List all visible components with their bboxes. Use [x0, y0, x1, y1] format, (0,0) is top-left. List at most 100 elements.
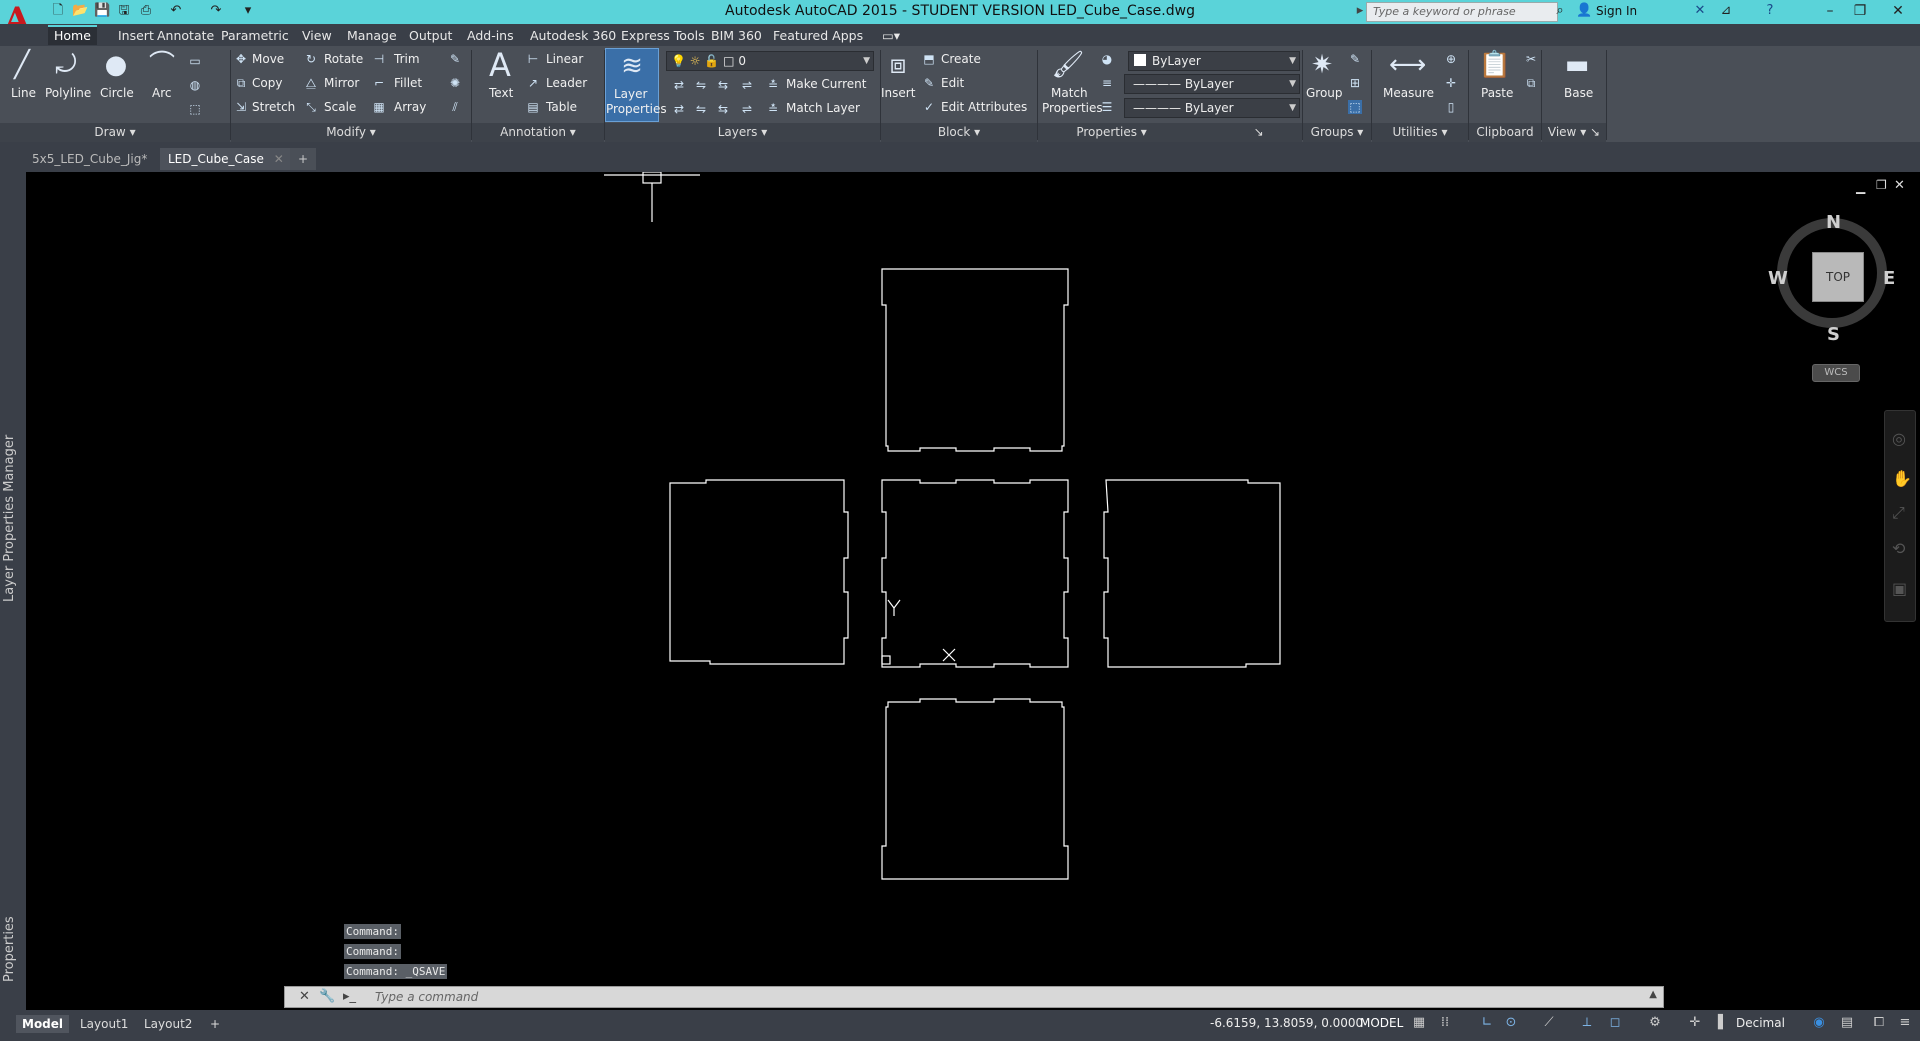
- calculator-icon[interactable]: ▯: [1444, 100, 1458, 114]
- right-panel-outline[interactable]: [1103, 479, 1281, 668]
- showmotion-icon[interactable]: ▣: [1892, 579, 1907, 598]
- circle-button[interactable]: Circle: [100, 86, 134, 100]
- tab-manage[interactable]: Manage: [341, 27, 403, 45]
- copy-button[interactable]: Copy: [252, 76, 282, 90]
- insert-block-icon[interactable]: ⧈: [881, 50, 915, 80]
- annotation-scale-icon[interactable]: ⚙: [1646, 1014, 1664, 1032]
- layer-dropdown[interactable]: 💡 ☼ 🔓 □ 0 ▼: [666, 51, 874, 71]
- viewport-close-icon[interactable]: ✕: [1894, 178, 1905, 193]
- hatch-icon[interactable]: ◍: [188, 78, 202, 92]
- panel-draw[interactable]: Draw ▾: [0, 123, 230, 142]
- color-dropdown[interactable]: ByLayer ▼: [1128, 51, 1300, 71]
- text-icon[interactable]: A: [483, 49, 517, 81]
- group-edit-icon[interactable]: ⊞: [1348, 76, 1362, 90]
- panel-utilities[interactable]: Utilities ▾: [1372, 123, 1468, 142]
- text-button[interactable]: Text: [489, 86, 513, 100]
- panel-annotation[interactable]: Annotation ▾: [472, 123, 604, 142]
- tab-bim-360[interactable]: BIM 360: [705, 27, 768, 45]
- polyline-icon[interactable]: ⤾: [49, 50, 83, 80]
- rotate-button[interactable]: Rotate: [324, 52, 363, 66]
- array-button[interactable]: Array: [394, 100, 426, 114]
- viewport-minimize-icon[interactable]: ▁: [1856, 180, 1865, 194]
- layer-tool-icon[interactable]: ⇋: [694, 102, 708, 116]
- layer-tool-icon[interactable]: ⇆: [716, 78, 730, 92]
- arc-button[interactable]: Arc: [152, 86, 171, 100]
- layer-tool-icon[interactable]: ⇆: [716, 102, 730, 116]
- leader-button[interactable]: Leader: [546, 76, 587, 90]
- layer-properties-button[interactable]: ≋ Layer Properties: [605, 48, 667, 122]
- polar-icon[interactable]: ⊙: [1502, 1014, 1520, 1032]
- create-block-button[interactable]: Create: [941, 52, 981, 66]
- group-selection-icon[interactable]: ⬚: [1348, 100, 1362, 114]
- pan-icon[interactable]: ✋: [1892, 469, 1912, 488]
- viewport-restore-icon[interactable]: ❐: [1876, 178, 1887, 192]
- properties-palette-tab[interactable]: Properties: [2, 762, 17, 982]
- command-history-expand-icon[interactable]: ▲: [1649, 989, 1657, 1000]
- tab-annotate[interactable]: Annotate: [151, 27, 220, 45]
- minimize-window-button[interactable]: –: [1816, 1, 1844, 21]
- line-button[interactable]: Line: [11, 86, 36, 100]
- panel-layers[interactable]: Layers ▾: [605, 123, 880, 142]
- base-view-icon[interactable]: ▬: [1560, 50, 1594, 80]
- command-line-input[interactable]: ✕ 🔧 ▸_ Type a command ▲: [284, 986, 1664, 1008]
- isolate-objects-icon[interactable]: ◉: [1810, 1014, 1828, 1032]
- tab-layout2[interactable]: Layout2: [138, 1015, 198, 1033]
- match-layer-button[interactable]: Match Layer: [786, 101, 860, 115]
- edit-block-button[interactable]: Edit: [941, 76, 964, 90]
- exchange-apps-icon[interactable]: ✕: [1692, 3, 1708, 19]
- tab-home[interactable]: Home: [48, 25, 97, 45]
- close-command-icon[interactable]: ✕: [299, 989, 310, 1004]
- doc-tab-cube-case[interactable]: LED_Cube_Case ✕: [160, 148, 292, 170]
- new-tab-button[interactable]: +: [290, 148, 317, 170]
- compass-east[interactable]: E: [1883, 268, 1895, 289]
- tab-express-tools[interactable]: Express Tools: [615, 27, 711, 45]
- compass-west[interactable]: W: [1768, 268, 1788, 289]
- panel-groups[interactable]: Groups ▾: [1303, 123, 1371, 142]
- paste-icon[interactable]: 📋: [1478, 50, 1512, 80]
- sign-in-button[interactable]: Sign In: [1596, 4, 1637, 18]
- steering-wheel-icon[interactable]: ◎: [1892, 429, 1906, 448]
- viewcube[interactable]: N S E W TOP: [1768, 212, 1896, 345]
- circle-icon[interactable]: ●: [99, 50, 133, 80]
- panel-properties[interactable]: Properties ▾ ↘: [1038, 123, 1302, 142]
- add-layout-button[interactable]: +: [204, 1015, 226, 1033]
- arc-icon[interactable]: ⌒: [145, 50, 179, 80]
- tab-model[interactable]: Model: [16, 1015, 70, 1033]
- erase-icon[interactable]: ✎: [448, 52, 462, 66]
- layer-tool-icon[interactable]: ⇌: [740, 102, 754, 116]
- help-search-input[interactable]: Type a keyword or phrase: [1366, 2, 1558, 22]
- panel-modify[interactable]: Modify ▾: [231, 123, 471, 142]
- layer-tool-icon[interactable]: ⇄: [672, 78, 686, 92]
- tab-output[interactable]: Output: [403, 27, 458, 45]
- layer-tool-icon[interactable]: ⇋: [694, 78, 708, 92]
- insert-button[interactable]: Insert: [881, 86, 915, 100]
- layer-tool-icon[interactable]: ⇌: [740, 78, 754, 92]
- tab-parametric[interactable]: Parametric: [215, 27, 295, 45]
- tab-add-ins[interactable]: Add-ins: [461, 27, 520, 45]
- left-panel-outline[interactable]: [669, 479, 849, 665]
- fillet-button[interactable]: Fillet: [394, 76, 422, 90]
- object-snap-icon[interactable]: ◻: [1606, 1014, 1624, 1032]
- model-space-toggle[interactable]: MODEL: [1360, 1016, 1403, 1030]
- match-properties-icon[interactable]: 🖌: [1051, 50, 1085, 80]
- table-button[interactable]: Table: [546, 100, 577, 114]
- panel-clipboard[interactable]: Clipboard: [1469, 123, 1541, 142]
- close-tab-icon[interactable]: ✕: [274, 152, 284, 166]
- customize-command-icon[interactable]: 🔧: [319, 989, 335, 1004]
- layer-tool-icon[interactable]: ⇄: [672, 102, 686, 116]
- panel-view[interactable]: View ▾ ↘: [1542, 123, 1606, 142]
- orbit-icon[interactable]: ⟲: [1892, 539, 1905, 558]
- top-panel-outline[interactable]: [881, 268, 1069, 452]
- polyline-button[interactable]: Polyline: [45, 86, 91, 100]
- viewcube-top-face[interactable]: TOP: [1812, 252, 1864, 302]
- tab-featured-apps[interactable]: Featured Apps: [767, 27, 869, 45]
- mirror-button[interactable]: Mirror: [324, 76, 359, 90]
- bottom-panel-outline[interactable]: [881, 698, 1069, 880]
- stretch-button[interactable]: Stretch: [252, 100, 295, 114]
- quick-select-icon[interactable]: ⊕: [1444, 52, 1458, 66]
- compass-south[interactable]: S: [1827, 324, 1840, 345]
- close-window-button[interactable]: ✕: [1884, 1, 1912, 21]
- paste-button[interactable]: Paste: [1481, 86, 1513, 100]
- restore-window-button[interactable]: ❐: [1846, 1, 1874, 21]
- match-properties-label-1[interactable]: Match: [1051, 86, 1088, 100]
